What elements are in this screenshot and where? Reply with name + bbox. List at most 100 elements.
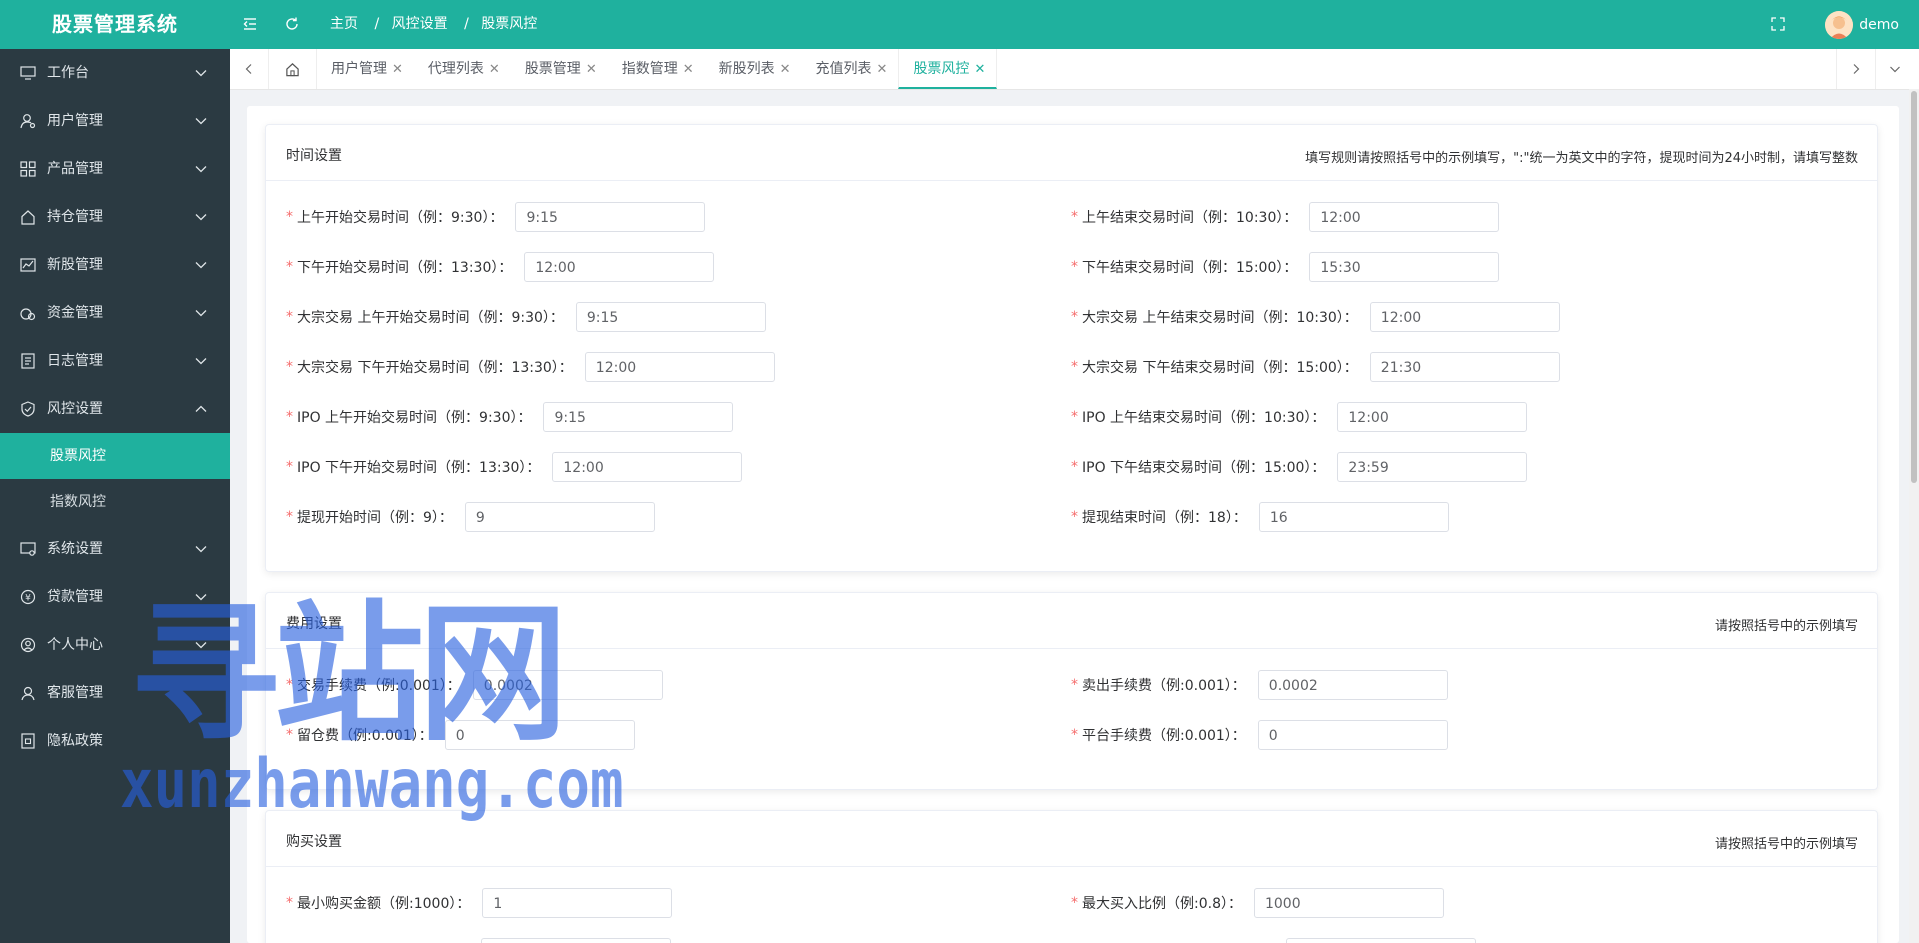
block-am-end-input[interactable]: 12:00 <box>1369 302 1560 332</box>
ipo-am-start-input[interactable]: 9:15 <box>543 402 734 432</box>
sidebar-item-risk-control[interactable]: 风控设置 <box>0 385 230 433</box>
form-item: * 下午开始交易时间（例：13:30）： 12:00 <box>286 251 715 283</box>
tab-bar: 用户管理 ✕ 代理列表 ✕ 股票管理 ✕ 指数管理 ✕ 新股列表 ✕ 充值列表 ✕ 股票风控… <box>230 49 1919 90</box>
block-am-start-input[interactable]: 9:15 <box>575 302 766 332</box>
close-icon[interactable]: ✕ <box>780 62 791 77</box>
ipo-am-end-input[interactable]: 12:00 <box>1337 402 1528 432</box>
ipo-pm-end-input[interactable]: 23:59 <box>1337 452 1528 482</box>
service-icon <box>21 686 35 701</box>
sell-fee-input[interactable]: 0.0002 <box>1257 670 1448 700</box>
tab-options-button[interactable] <box>1876 49 1914 89</box>
sidebar-item-customer-service[interactable]: 客服管理 <box>0 669 230 717</box>
sidebar-subitem-stock-risk[interactable]: 股票风控 <box>0 433 230 479</box>
sidebar-item-label: 隐私政策 <box>47 733 103 749</box>
fullscreen-icon[interactable] <box>1768 14 1788 34</box>
block-pm-end-input[interactable]: 21:30 <box>1369 352 1560 382</box>
breadcrumb-home[interactable]: 主页 <box>330 16 358 32</box>
sidebar-subitem-index-risk[interactable]: 指数风控 <box>0 479 230 525</box>
chevron-down-icon <box>195 70 207 77</box>
form-item: * IPO 上午结束交易时间（例：10:30）： 12:00 <box>1071 401 1528 433</box>
platform-fee-input[interactable]: 0 <box>1257 720 1448 750</box>
sidebar-item-workbench[interactable]: 工作台 <box>0 49 230 97</box>
top-bar: 股票管理系统 主页 / 风控设置 / 股票风控 demo <box>0 0 1919 49</box>
sidebar-item-logs[interactable]: 日志管理 <box>0 337 230 385</box>
block-pm-start-input[interactable]: 12:00 <box>584 352 775 382</box>
form-item-partial <box>1071 937 1476 943</box>
buy-settings-card: 购买设置 请按照括号中的示例填写 * 最小购买金额（例:1000）： 1 * 最大买入… <box>265 810 1878 943</box>
doc-icon <box>21 733 35 749</box>
tab-user-management[interactable]: 用户管理 ✕ <box>317 49 414 89</box>
form-item: * 卖出手续费（例:0.001）： 0.0002 <box>1071 669 1448 701</box>
withdraw-start-input[interactable]: 9 <box>464 502 655 532</box>
breadcrumb: 主页 / 风控设置 / 股票风控 <box>330 16 538 32</box>
sidebar-item-system-settings[interactable]: 系统设置 <box>0 525 230 573</box>
close-icon[interactable]: ✕ <box>392 62 403 77</box>
chevron-down-icon <box>195 546 207 553</box>
ipo-pm-start-input[interactable]: 12:00 <box>552 452 743 482</box>
overnight-fee-input[interactable]: 0 <box>444 720 635 750</box>
form-item: * 提现开始时间（例：9）： 9 <box>286 501 655 533</box>
chevron-down-icon <box>195 594 207 601</box>
max-buy-ratio-input[interactable]: 1000 <box>1253 888 1444 918</box>
log-icon <box>21 353 35 369</box>
tab-agent-list[interactable]: 代理列表 ✕ <box>414 49 511 89</box>
tab-home[interactable] <box>268 49 317 89</box>
chevron-down-icon <box>195 642 207 649</box>
tab-label: 代理列表 <box>427 61 484 77</box>
am-start-time-input[interactable]: 9:15 <box>515 202 706 232</box>
main-content: 时间设置 填写规则请按照括号中的示例填写，":"统一为英文中的字符，提现时间为2… <box>247 106 1899 943</box>
tab-label: 股票管理 <box>524 61 581 77</box>
tab-stock-risk[interactable]: 股票风控 ✕ <box>898 49 998 89</box>
field-label: IPO 上午开始交易时间（例：9:30）： <box>297 410 532 426</box>
collapse-menu-icon[interactable] <box>240 14 260 34</box>
close-icon[interactable]: ✕ <box>683 62 694 77</box>
sidebar-item-privacy[interactable]: 隐私政策 <box>0 717 230 765</box>
tab-ipo-list[interactable]: 新股列表 ✕ <box>705 49 802 89</box>
withdraw-end-input[interactable]: 16 <box>1258 502 1449 532</box>
field-label: 交易手续费（例:0.001）： <box>297 678 461 694</box>
form-item: * 大宗交易 下午开始交易时间（例：13:30）： 12:00 <box>286 351 775 383</box>
sidebar-item-users[interactable]: 用户管理 <box>0 97 230 145</box>
tab-recharge-list[interactable]: 充值列表 ✕ <box>802 49 899 89</box>
field-label: 大宗交易 上午结束交易时间（例：10:30）： <box>1082 310 1358 326</box>
tab-scroll-left-button[interactable] <box>230 49 269 89</box>
scrollbar[interactable] <box>1909 89 1919 943</box>
form-item: * 留仓费（例:0.001）： 0 <box>286 719 635 751</box>
am-end-time-input[interactable]: 12:00 <box>1309 202 1500 232</box>
pm-end-time-input[interactable]: 15:30 <box>1309 252 1500 282</box>
trade-fee-input[interactable]: 0.0002 <box>472 670 663 700</box>
sidebar-item-ipo[interactable]: 新股管理 <box>0 241 230 289</box>
sidebar-item-label: 客服管理 <box>47 685 103 701</box>
tab-scroll-right-button[interactable] <box>1836 49 1876 89</box>
sidebar-item-positions[interactable]: 持仓管理 <box>0 193 230 241</box>
sidebar-item-label: 资金管理 <box>47 305 103 321</box>
chevron-down-icon <box>195 262 207 269</box>
close-icon[interactable]: ✕ <box>586 62 597 77</box>
scrollbar-thumb[interactable] <box>1911 91 1917 483</box>
svg-text:¥: ¥ <box>25 594 31 604</box>
chart-icon <box>20 258 36 272</box>
card-title: 费用设置 <box>286 616 342 632</box>
sidebar-item-funds[interactable]: 资金管理 <box>0 289 230 337</box>
min-buy-amount-input[interactable]: 1 <box>482 888 673 918</box>
home-icon <box>286 62 299 76</box>
card-title: 时间设置 <box>286 148 342 164</box>
refresh-icon[interactable] <box>282 14 302 34</box>
sidebar-item-products[interactable]: 产品管理 <box>0 145 230 193</box>
close-icon[interactable]: ✕ <box>489 62 500 77</box>
chevron-down-icon <box>195 214 207 221</box>
tab-index-management[interactable]: 指数管理 ✕ <box>608 49 705 89</box>
tab-stock-management[interactable]: 股票管理 ✕ <box>511 49 608 89</box>
close-icon[interactable]: ✕ <box>974 62 985 77</box>
chevron-down-icon <box>195 358 207 365</box>
sidebar-item-loans[interactable]: ¥ 贷款管理 <box>0 573 230 621</box>
pm-start-time-input[interactable]: 12:00 <box>524 252 715 282</box>
chevron-down-icon <box>195 310 207 317</box>
sidebar-item-profile[interactable]: 个人中心 <box>0 621 230 669</box>
form-item: * 交易手续费（例:0.001）： 0.0002 <box>286 669 663 701</box>
close-icon[interactable]: ✕ <box>877 62 888 77</box>
partial-input[interactable] <box>1286 938 1476 943</box>
partial-input[interactable] <box>481 938 671 943</box>
user-menu[interactable]: demo <box>1825 10 1899 40</box>
breadcrumb-risk-settings[interactable]: 风控设置 <box>392 16 448 32</box>
